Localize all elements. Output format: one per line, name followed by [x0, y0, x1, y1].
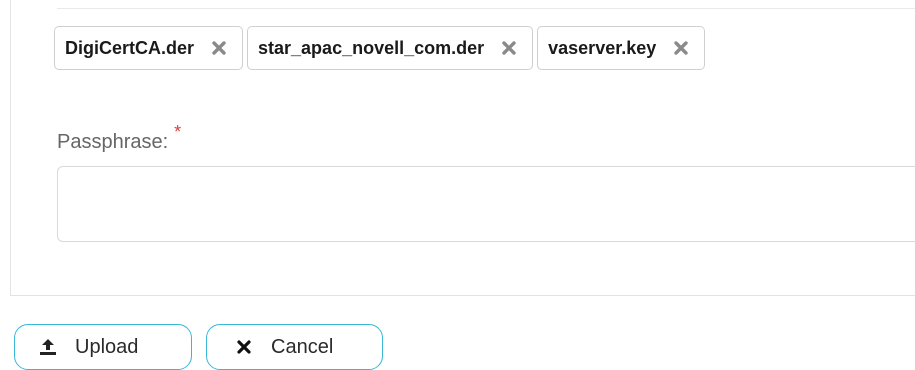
remove-file-icon[interactable]: [210, 39, 228, 57]
divider: [57, 8, 915, 9]
file-chip: DigiCertCA.der: [54, 26, 244, 70]
remove-file-icon[interactable]: [500, 39, 518, 57]
upload-button-label: Upload: [75, 335, 139, 358]
close-x-icon: [212, 41, 226, 55]
close-x-icon: [674, 41, 688, 55]
passphrase-input[interactable]: [57, 166, 915, 242]
file-chip-name: vaserver.key: [548, 37, 657, 58]
remove-file-icon[interactable]: [672, 39, 690, 57]
upload-icon: [37, 336, 59, 358]
selected-files-list: DigiCertCA.der star_apac_novell_com.der …: [54, 26, 709, 70]
upload-button[interactable]: Upload: [14, 324, 192, 370]
file-chip: star_apac_novell_com.der: [247, 26, 534, 70]
passphrase-label: Passphrase: *: [57, 122, 181, 154]
file-chip-name: star_apac_novell_com.der: [258, 37, 485, 58]
passphrase-label-text: Passphrase:: [57, 131, 169, 153]
close-x-icon: [502, 41, 516, 55]
cancel-button-label: Cancel: [271, 335, 334, 358]
file-chip: vaserver.key: [537, 26, 706, 70]
close-icon: [233, 336, 255, 358]
cancel-button[interactable]: Cancel: [206, 324, 383, 370]
required-marker: *: [174, 122, 182, 142]
file-chip-name: DigiCertCA.der: [65, 37, 195, 58]
